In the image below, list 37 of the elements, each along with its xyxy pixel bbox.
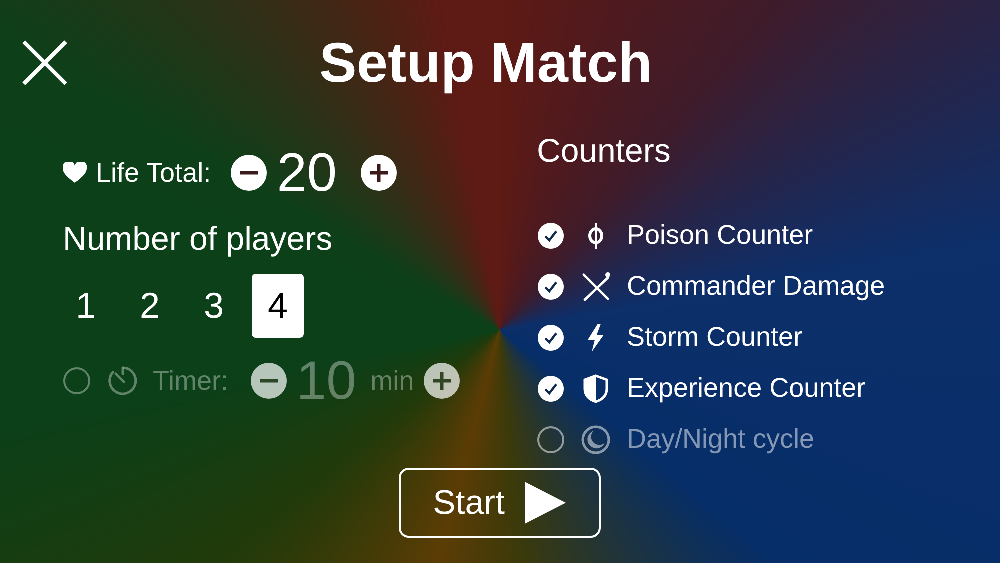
checkbox[interactable] <box>63 367 91 395</box>
plus-button[interactable] <box>424 363 460 399</box>
checkbox[interactable] <box>537 272 565 300</box>
counter-label: Storm Counter <box>627 322 803 353</box>
counter-label: Day/Night cycle <box>627 424 815 455</box>
life-total-label: Life Total: <box>96 158 212 188</box>
shield-icon <box>583 374 609 404</box>
crossed-swords-icon <box>581 272 611 302</box>
checkbox[interactable] <box>537 374 565 402</box>
timer-unit: min <box>370 366 414 396</box>
player-count-option[interactable]: 4 <box>252 274 304 338</box>
counter-label: Experience Counter <box>627 373 866 404</box>
counters-heading: Counters <box>537 132 672 170</box>
heart-icon <box>63 162 87 184</box>
play-icon <box>522 481 567 525</box>
players-label: Number of players <box>63 220 334 258</box>
start-button[interactable]: Start <box>399 468 601 538</box>
close-icon[interactable] <box>22 40 68 86</box>
checkbox[interactable] <box>537 426 565 454</box>
moon-icon <box>581 424 611 454</box>
lightning-icon <box>585 322 607 352</box>
phi-icon <box>587 222 605 250</box>
timer-value: 10 <box>296 350 357 412</box>
life-total-value: 20 <box>277 142 338 204</box>
player-count-option[interactable]: 2 <box>124 274 176 338</box>
stopwatch-icon <box>107 365 139 397</box>
minus-button[interactable] <box>231 155 268 191</box>
checkbox[interactable] <box>537 324 565 352</box>
plus-button[interactable] <box>361 155 398 191</box>
player-count-option[interactable]: 3 <box>188 274 240 338</box>
counter-label: Commander Damage <box>627 271 886 302</box>
checkbox[interactable] <box>537 222 565 250</box>
timer-label: Timer: <box>153 366 228 396</box>
player-count-option[interactable]: 1 <box>60 274 112 338</box>
minus-button[interactable] <box>250 363 286 399</box>
counter-label: Poison Counter <box>627 220 814 251</box>
page-title: Setup Match <box>318 30 654 95</box>
